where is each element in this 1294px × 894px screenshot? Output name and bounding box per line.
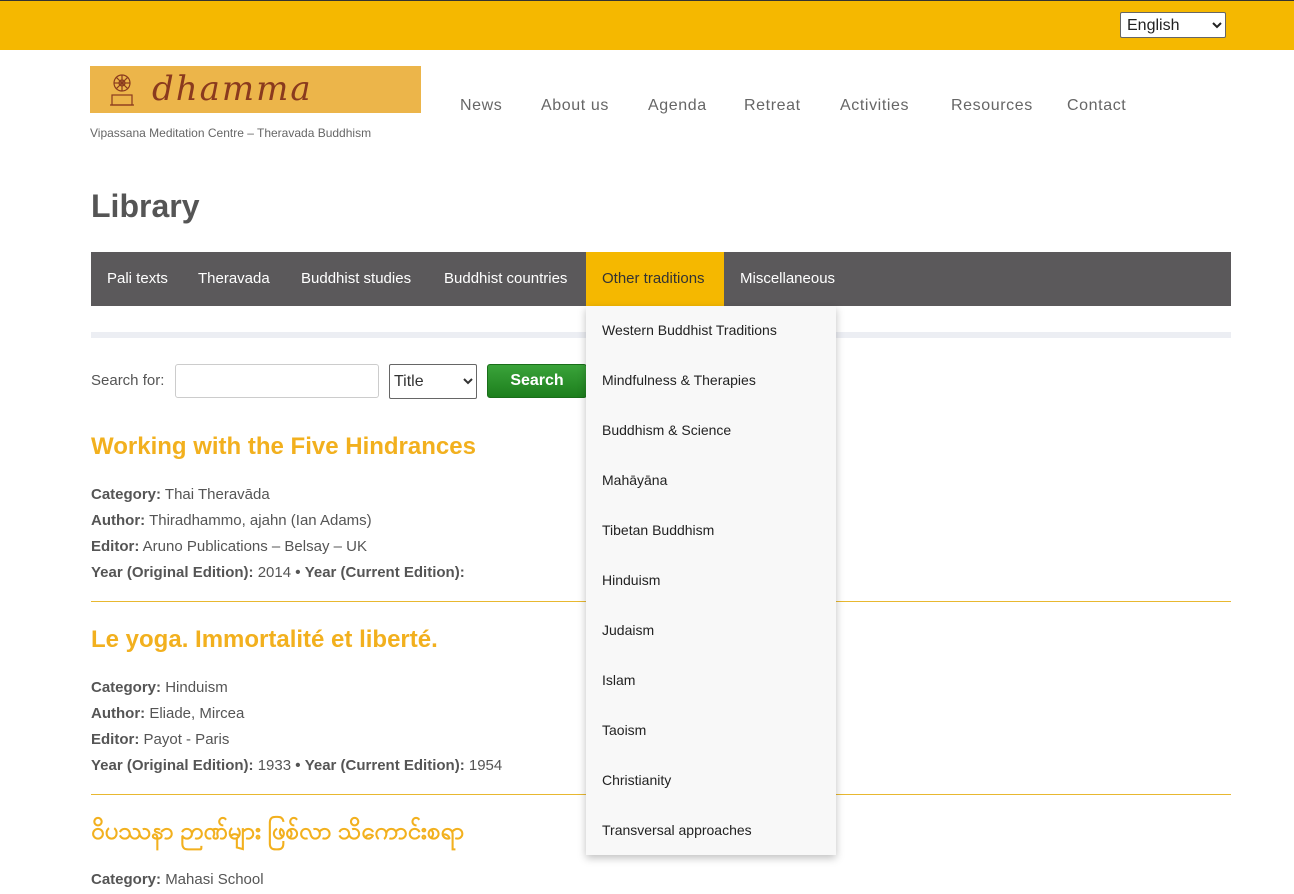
entry-category: Mahasi School [165,871,264,888]
separator: • [295,757,301,774]
category-other-traditions[interactable]: Other traditions [586,252,724,306]
author-label: Author: [91,512,146,529]
category-buddhist-countries[interactable]: Buddhist countries [428,252,583,306]
dropdown-item-transversal-approaches[interactable]: Transversal approaches [602,822,752,838]
entry-category: Hinduism [165,679,228,696]
page-title: Library [91,188,200,224]
entry-year-current: 1954 [468,757,503,774]
entry-year-original: 1933 [257,757,292,774]
dropdown-item-mahayana[interactable]: Mahāyāna [602,472,667,488]
dropdown-item-hinduism[interactable]: Hinduism [602,572,660,588]
search-field-select[interactable]: Title [389,364,477,399]
nav-about-us[interactable]: About us [541,97,609,115]
entry-title[interactable]: Le yoga. Immortalité et liberté. [91,626,438,654]
year-original-label: Year (Original Edition): [91,757,254,774]
nav-retreat[interactable]: Retreat [744,97,801,115]
entry-editor: Payot - Paris [143,731,230,748]
year-current-label: Year (Current Edition): [304,564,465,581]
logo-text: dhamma group [152,69,313,113]
category-pali-texts[interactable]: Pali texts [91,252,184,306]
dropdown-item-western-buddhist-traditions[interactable]: Western Buddhist Traditions [602,322,777,338]
site-logo[interactable]: dhamma group [90,66,421,113]
year-original-label: Year (Original Edition): [91,564,254,581]
editor-label: Editor: [91,538,140,555]
dropdown-item-christianity[interactable]: Christianity [602,772,671,788]
entry-meta: Category: Mahasi School [91,867,264,893]
temple-emblem-icon [110,74,134,106]
entry-meta: Category: Hinduism Author: Eliade, Mirce… [91,675,502,779]
dropdown-item-mindfulness-therapies[interactable]: Mindfulness & Therapies [602,372,756,388]
category-label: Category: [91,486,162,503]
category-theravada[interactable]: Theravada [182,252,286,306]
nav-agenda[interactable]: Agenda [648,97,707,115]
entry-year-original: 2014 [257,564,292,581]
editor-label: Editor: [91,731,140,748]
top-bar: English [0,0,1294,50]
dropdown-item-buddhism-science[interactable]: Buddhism & Science [602,422,731,438]
entry-category: Thai Theravāda [164,486,270,503]
category-label: Category: [91,679,162,696]
separator: • [295,564,301,581]
dropdown-item-taoism[interactable]: Taoism [602,722,646,738]
search-button[interactable]: Search [487,364,587,398]
entry-editor: Aruno Publications – Belsay – UK [142,538,367,555]
dropdown-item-islam[interactable]: Islam [602,672,635,688]
site-tagline: Vipassana Meditation Centre – Theravada … [90,126,372,140]
category-label: Category: [91,871,162,888]
entry-title[interactable]: ဝိပဿနာ ဉာဏ်များ ဖြစ်လာ သိကောင်းစရာ [91,815,464,851]
category-bar: Pali texts Theravada Buddhist studies Bu… [91,252,1231,306]
nav-resources[interactable]: Resources [951,97,1033,115]
entry-meta: Category: Thai Theravāda Author: Thiradh… [91,482,465,586]
dropdown-item-judaism[interactable]: Judaism [602,622,654,638]
category-buddhist-studies[interactable]: Buddhist studies [285,252,427,306]
entry-author: Eliade, Mircea [149,705,245,722]
nav-news[interactable]: News [460,97,502,115]
other-traditions-dropdown: Western Buddhist Traditions Mindfulness … [586,306,836,855]
search-input[interactable] [175,364,379,398]
entry-author: Thiradhammo, ajahn (Ian Adams) [149,512,372,529]
nav-contact[interactable]: Contact [1067,97,1126,115]
search-label: Search for: [91,372,165,389]
year-current-label: Year (Current Edition): [304,757,465,774]
author-label: Author: [91,705,146,722]
language-select[interactable]: English [1120,12,1226,38]
nav-activities[interactable]: Activities [840,97,909,115]
category-miscellaneous[interactable]: Miscellaneous [724,252,851,306]
entry-title[interactable]: Working with the Five Hindrances [91,433,476,461]
dropdown-item-tibetan-buddhism[interactable]: Tibetan Buddhism [602,522,714,538]
